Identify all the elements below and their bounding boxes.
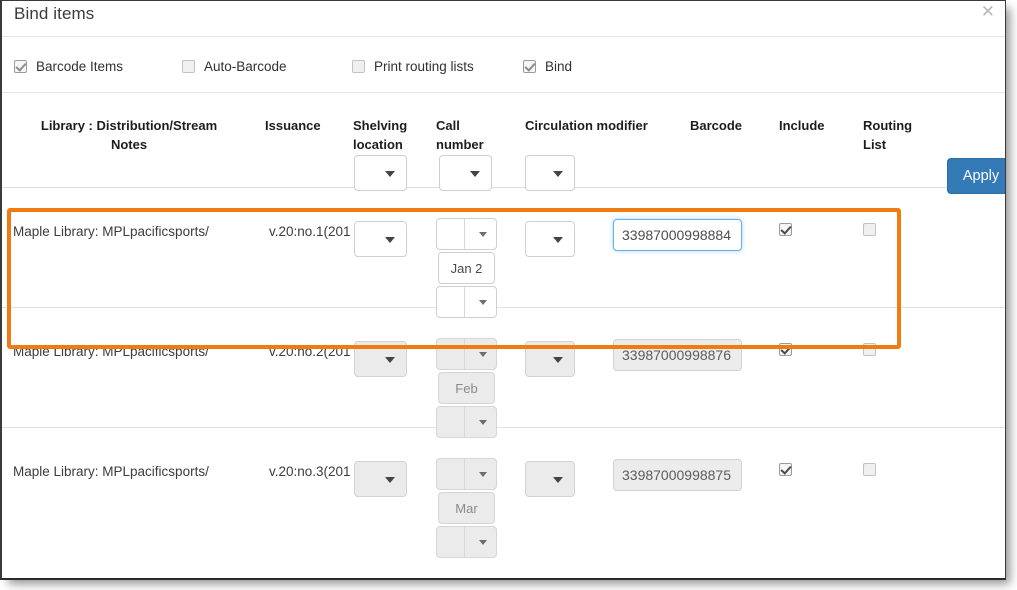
row-barcode-input[interactable]: [613, 339, 742, 371]
row-circulation-modifier-select[interactable]: [525, 221, 575, 257]
print-routing-lists-checkbox[interactable]: [352, 60, 365, 73]
row-include-checkbox[interactable]: [779, 463, 792, 476]
chevron-down-icon: [385, 237, 395, 243]
barcode-items-label: Barcode Items: [36, 59, 123, 74]
option-bind[interactable]: Bind: [523, 59, 572, 74]
row-issuance: v.20:no.2(201: [269, 344, 354, 359]
chevron-down-icon: [479, 540, 487, 545]
row-library: Maple Library: MPLpacificsports/: [13, 464, 209, 479]
call-number-value[interactable]: Feb: [438, 372, 495, 404]
column-header-library: Library : Distribution/Stream Notes: [14, 116, 244, 154]
column-header-issuance: Issuance: [265, 116, 321, 135]
call-number-value[interactable]: Jan 2: [438, 252, 495, 284]
options-row: Barcode Items Auto-Barcode Print routing…: [2, 37, 1005, 93]
row-shelving-location-select[interactable]: [354, 221, 407, 257]
column-header-barcode: Barcode: [690, 116, 742, 135]
call-number-prefix-select[interactable]: [436, 458, 497, 490]
column-header-row: Library : Distribution/Stream Notes Issu…: [2, 93, 1005, 188]
row-issuance: v.20:no.1(201: [269, 224, 354, 239]
chevron-down-icon: [479, 352, 487, 357]
divider: [464, 219, 465, 249]
chevron-down-icon: [553, 357, 563, 363]
callnumber-line1: Call: [436, 118, 460, 133]
row-library: Maple Library: MPLpacificsports/: [13, 224, 209, 239]
chevron-down-icon: [470, 171, 480, 177]
bind-checkbox[interactable]: [523, 60, 536, 73]
chevron-down-icon: [553, 171, 563, 177]
chevron-down-icon: [385, 171, 395, 177]
divider: [464, 459, 465, 489]
shelving-line2: location: [353, 137, 403, 152]
row-include-checkbox[interactable]: [779, 223, 792, 236]
table-row: Maple Library: MPLpacificsports/ v.20:no…: [2, 188, 1005, 308]
call-number-suffix-select[interactable]: [436, 526, 497, 558]
table-row: Maple Library: MPLpacificsports/ v.20:no…: [2, 308, 1005, 428]
row-routing-list-checkbox[interactable]: [863, 463, 876, 476]
column-header-call-number: Call number: [436, 116, 506, 154]
close-icon[interactable]: ✕: [981, 3, 995, 20]
call-number-prefix-select[interactable]: [436, 218, 497, 250]
items-table-body: Maple Library: MPLpacificsports/ v.20:no…: [2, 188, 1005, 548]
column-header-library-line1: Library : Distribution/Stream: [41, 118, 217, 133]
option-print-routing-lists[interactable]: Print routing lists: [352, 59, 474, 74]
row-include-checkbox[interactable]: [779, 343, 792, 356]
column-header-shelving-location: Shelving location: [353, 116, 423, 154]
option-auto-barcode[interactable]: Auto-Barcode: [182, 59, 287, 74]
chevron-down-icon: [385, 357, 395, 363]
shelving-line1: Shelving: [353, 118, 407, 133]
chevron-down-icon: [479, 232, 487, 237]
routing-line2: List: [863, 137, 886, 152]
bind-label: Bind: [545, 59, 572, 74]
table-row: Maple Library: MPLpacificsports/ v.20:no…: [2, 428, 1005, 548]
column-header-circulation-modifier: Circulation modifier: [525, 116, 648, 135]
chevron-down-icon: [553, 237, 563, 243]
dialog-titlebar: Bind items ✕: [2, 1, 1005, 37]
row-shelving-location-select[interactable]: [354, 341, 407, 377]
column-header-include: Include: [779, 116, 825, 135]
header-shelving-location-select[interactable]: [354, 155, 407, 191]
chevron-down-icon: [385, 477, 395, 483]
header-circulation-modifier-select[interactable]: [525, 155, 575, 191]
chevron-down-icon: [479, 420, 487, 425]
auto-barcode-label: Auto-Barcode: [204, 59, 287, 74]
routing-line1: Routing: [863, 118, 912, 133]
call-number-prefix-select[interactable]: [436, 338, 497, 370]
row-barcode-input[interactable]: [613, 459, 742, 491]
column-header-library-line2: Notes: [111, 137, 147, 152]
dialog-title: Bind items: [14, 4, 94, 24]
row-barcode-input[interactable]: [613, 219, 742, 251]
bind-items-dialog: Bind items ✕ Barcode Items Auto-Barcode …: [0, 0, 1006, 580]
row-library: Maple Library: MPLpacificsports/: [13, 344, 209, 359]
callnumber-line2: number: [436, 137, 484, 152]
divider: [464, 339, 465, 369]
row-routing-list-checkbox[interactable]: [863, 223, 876, 236]
apply-button[interactable]: Apply: [947, 158, 1006, 194]
divider: [464, 527, 465, 557]
print-routing-lists-label: Print routing lists: [374, 59, 474, 74]
row-routing-list-checkbox[interactable]: [863, 343, 876, 356]
row-shelving-location-select[interactable]: [354, 461, 407, 497]
row-circulation-modifier-select[interactable]: [525, 461, 575, 497]
chevron-down-icon: [479, 300, 487, 305]
call-number-value[interactable]: Mar: [438, 492, 495, 524]
chevron-down-icon: [479, 472, 487, 477]
header-call-number-select[interactable]: [439, 155, 492, 191]
row-issuance: v.20:no.3(201: [269, 464, 354, 479]
row-circulation-modifier-select[interactable]: [525, 341, 575, 377]
auto-barcode-checkbox[interactable]: [182, 60, 195, 73]
chevron-down-icon: [553, 477, 563, 483]
column-header-routing-list: Routing List: [863, 116, 933, 154]
barcode-items-checkbox[interactable]: [14, 60, 27, 73]
option-barcode-items[interactable]: Barcode Items: [14, 59, 123, 74]
